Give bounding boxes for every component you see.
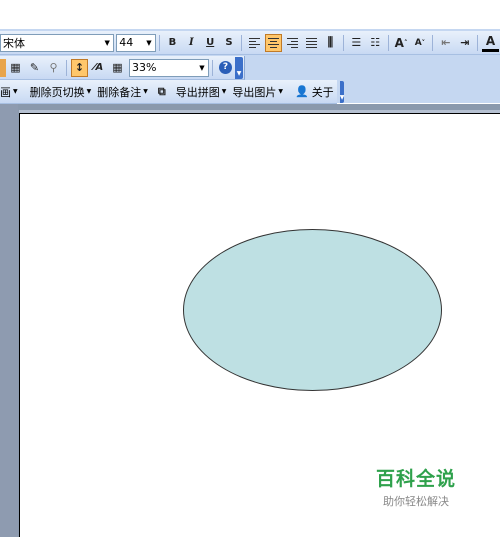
underline-button[interactable]: U xyxy=(202,34,219,52)
chevron-down-icon: ▼ xyxy=(339,93,345,101)
expand-all-button[interactable]: ↕ xyxy=(71,58,88,77)
slide-icon: ⧉ xyxy=(157,84,166,98)
delete-transition-menu[interactable]: 删除页切换 ▼ xyxy=(27,84,95,100)
standard-toolbar: ▦ ✎ ⚲ ↕ ⁄A ▦ 33% ▼ ? ▼ xyxy=(0,56,245,80)
toolbar-options-grip[interactable]: ▼ xyxy=(339,80,345,103)
chevron-down-icon[interactable]: ▼ xyxy=(143,35,155,51)
font-size-value: 44 xyxy=(119,36,134,49)
help-icon: ? xyxy=(219,61,232,74)
about-label: 关于 xyxy=(311,85,334,99)
chevron-down-icon: ▼ xyxy=(143,88,148,95)
chevron-down-icon: ▼ xyxy=(13,88,18,95)
separator xyxy=(158,34,160,51)
grow-font-icon: A xyxy=(394,35,404,50)
decrease-indent-icon: ⇤ xyxy=(441,36,451,49)
watermark-title: 百科全说 xyxy=(375,468,456,490)
vertical-ruler xyxy=(0,104,18,537)
chevron-down-icon: ▼ xyxy=(236,69,242,77)
align-center-icon xyxy=(268,37,280,48)
separator xyxy=(212,59,213,76)
separator xyxy=(66,59,67,76)
align-left-button[interactable] xyxy=(246,34,263,52)
export-puzzle-menu[interactable]: 导出拼图 ▼ xyxy=(173,84,230,100)
decrease-indent-button[interactable]: ⇤ xyxy=(437,34,454,52)
delete-notes-label: 删除备注 xyxy=(97,85,142,99)
watermark-subtitle: 助你轻松解决 xyxy=(383,495,449,508)
separator xyxy=(432,34,434,51)
separator xyxy=(342,34,344,51)
show-formatting-icon: ⁄A xyxy=(93,62,104,73)
distribute-icon xyxy=(306,37,318,48)
numbered-list-button[interactable]: ☰ xyxy=(348,34,365,52)
addin-toolbar: 画 ▼ 删除页切换 ▼ 删除备注 ▼ ⧉ 导出拼图 ▼ 导出图片 ▼ 👤 关于 ▼ xyxy=(0,80,345,104)
chevron-down-icon: ▼ xyxy=(86,88,92,95)
watermark: 百科全说 助你轻松解决 xyxy=(366,464,466,509)
slide-tool-button[interactable]: ⧉ xyxy=(158,83,166,101)
font-size-combo[interactable]: 44 ▼ xyxy=(116,33,156,52)
help-button[interactable]: ? xyxy=(217,59,234,77)
shrink-font-button[interactable]: A ˅ xyxy=(411,34,428,52)
toolbar-options-grip[interactable]: ▼ xyxy=(235,56,243,79)
chevron-down-icon[interactable]: ▼ xyxy=(101,35,113,51)
export-image-label: 导出图片 xyxy=(232,85,277,99)
addin-menu-first[interactable]: 画 ▼ xyxy=(0,84,21,100)
research-button[interactable]: ⚲ xyxy=(45,59,62,77)
columns-icon: ⫼ xyxy=(327,35,334,49)
chevron-down-icon: ▼ xyxy=(221,88,227,95)
shadow-button[interactable]: S xyxy=(221,34,238,52)
tables-and-borders-button[interactable]: ✎ xyxy=(26,59,43,77)
font-color-button[interactable]: A xyxy=(482,34,499,52)
bullet-list-button[interactable]: ☷ xyxy=(367,34,384,52)
font-name-value: 宋体 xyxy=(3,36,25,50)
about-button[interactable]: 👤 关于 xyxy=(292,84,337,100)
align-right-icon xyxy=(287,37,299,48)
magnifier-icon: ⚲ xyxy=(49,61,58,74)
ellipse-shape[interactable] xyxy=(183,229,442,391)
distribute-button[interactable] xyxy=(303,34,320,52)
user-icon: 👤 xyxy=(294,85,309,98)
separator xyxy=(241,34,243,51)
align-center-button[interactable] xyxy=(265,33,283,52)
export-image-menu[interactable]: 导出图片 ▼ xyxy=(229,84,286,100)
show-grid-button[interactable]: ▦ xyxy=(109,59,126,77)
grid-icon: ▦ xyxy=(112,61,123,74)
bold-button[interactable]: B xyxy=(164,34,181,52)
pencil-icon: ✎ xyxy=(29,61,40,74)
bullet-list-icon: ☷ xyxy=(370,36,381,49)
shrink-font-icon: A xyxy=(414,37,422,48)
font-color-icon: A xyxy=(485,34,496,48)
chart-icon[interactable] xyxy=(0,58,6,77)
table-icon: ▦ xyxy=(10,61,21,74)
increase-indent-icon: ⇥ xyxy=(460,36,470,49)
align-right-button[interactable] xyxy=(284,34,301,52)
numbered-list-icon: ☰ xyxy=(351,36,362,49)
increase-indent-button[interactable]: ⇥ xyxy=(456,34,473,52)
addin-menu-first-label: 画 xyxy=(0,85,11,99)
chevron-down-icon[interactable]: ▼ xyxy=(196,60,208,76)
align-left-icon xyxy=(249,37,261,48)
insert-table-button[interactable]: ▦ xyxy=(7,59,24,77)
zoom-value: 33% xyxy=(132,61,157,74)
italic-button[interactable]: I xyxy=(183,34,200,52)
zoom-combo[interactable]: 33% ▼ xyxy=(129,58,209,77)
separator xyxy=(387,34,389,51)
show-formatting-button[interactable]: ⁄A xyxy=(90,59,107,77)
column-spacing-button[interactable]: ⫼ xyxy=(322,34,339,52)
expand-all-icon: ↕ xyxy=(74,61,85,74)
chevron-down-icon: ▼ xyxy=(278,88,283,95)
delete-notes-menu[interactable]: 删除备注 ▼ xyxy=(94,84,151,100)
grow-font-button[interactable]: A ˄ xyxy=(393,34,410,52)
export-puzzle-label: 导出拼图 xyxy=(175,85,220,99)
separator xyxy=(477,34,479,51)
font-name-combo[interactable]: 宋体 ▼ xyxy=(0,33,115,52)
formatting-toolbar: 宋体 ▼ 44 ▼ B I U S ⫼ ☰ ☷ A ˄ A ˅ ⇤ ⇥ A xyxy=(0,31,500,55)
delete-transition-label: 删除页切换 xyxy=(29,85,85,99)
